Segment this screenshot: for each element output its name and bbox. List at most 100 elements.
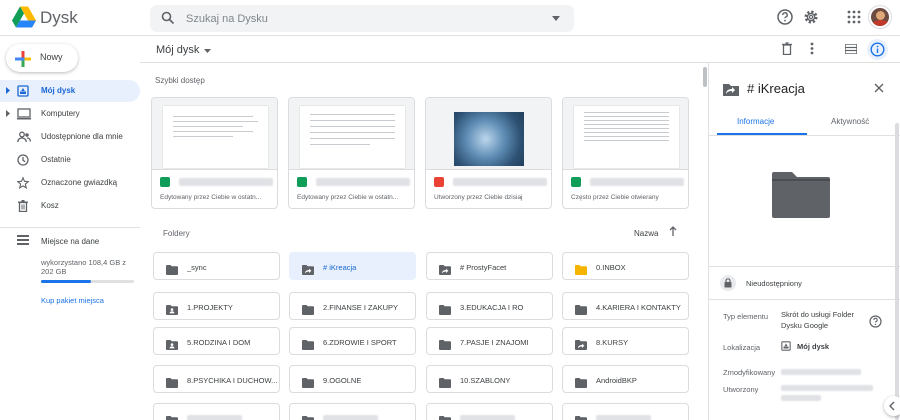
new-button-label: Nowy bbox=[40, 52, 63, 62]
app-name[interactable]: Dysk bbox=[40, 8, 78, 28]
help-icon[interactable] bbox=[869, 315, 882, 328]
arrow-up-icon[interactable] bbox=[669, 226, 677, 236]
folder-card[interactable]: # ProstyFacet bbox=[426, 252, 553, 280]
new-button[interactable]: Nowy bbox=[6, 44, 78, 72]
close-icon[interactable] bbox=[874, 83, 884, 93]
storage-usage-text: wykorzystano 108,4 GB z 202 GB bbox=[41, 258, 127, 276]
folder-card[interactable]: 8.KURSY bbox=[562, 327, 689, 355]
computer-icon bbox=[17, 108, 31, 120]
folder-card[interactable]: _sync bbox=[153, 252, 280, 280]
folder-icon bbox=[439, 337, 451, 355]
file-thumbnail bbox=[426, 98, 551, 170]
apps-icon[interactable] bbox=[845, 8, 863, 26]
file-name-redacted bbox=[316, 178, 410, 186]
details-button[interactable] bbox=[867, 39, 888, 60]
search-icon[interactable] bbox=[161, 11, 175, 25]
list-view-icon[interactable] bbox=[845, 44, 857, 54]
sort-by-name-button[interactable]: Nazwa bbox=[634, 229, 658, 238]
folder-label: 8.KURSY bbox=[596, 338, 629, 347]
chevron-down-icon[interactable] bbox=[204, 49, 211, 53]
folder-label: # iKreacja bbox=[323, 263, 357, 272]
folder-label: 3.EDUKACJA I RO bbox=[460, 303, 524, 312]
file-activity: Utworzony przez Ciebie dzisiaj bbox=[434, 194, 523, 201]
folder-card[interactable] bbox=[426, 403, 553, 420]
tab-activity[interactable]: Aktywność bbox=[831, 117, 869, 126]
expand-panel-button[interactable] bbox=[884, 396, 900, 416]
location-value[interactable]: Mój dysk bbox=[797, 341, 829, 352]
details-panel: # iKreacja Informacje Aktywność Nieudost… bbox=[708, 63, 900, 420]
search-options-icon[interactable] bbox=[552, 16, 560, 21]
drive-logo-icon[interactable] bbox=[12, 6, 36, 28]
info-icon bbox=[870, 42, 885, 57]
folder-card[interactable]: 9.OGOLNE bbox=[289, 365, 416, 393]
details-title: # iKreacja bbox=[747, 81, 805, 96]
quick-access-card[interactable]: Utworzony przez Ciebie dzisiaj bbox=[425, 97, 552, 209]
folder-card[interactable] bbox=[289, 403, 416, 420]
folder-card[interactable]: 5.RODZINA I DOM bbox=[153, 327, 280, 355]
more-vert-icon[interactable] bbox=[810, 42, 814, 55]
folder-card[interactable]: 3.EDUKACJA I RO bbox=[426, 292, 553, 320]
folder-card[interactable] bbox=[562, 403, 689, 420]
scrollbar-thumb[interactable] bbox=[703, 67, 707, 87]
breadcrumb[interactable]: Mój dysk bbox=[156, 44, 199, 56]
search-input[interactable] bbox=[186, 9, 526, 28]
expand-arrow-icon[interactable] bbox=[6, 110, 10, 117]
type-label: Typ elementu bbox=[723, 312, 769, 321]
sidebar-item-recent[interactable]: Ostatnie bbox=[0, 149, 140, 171]
folder-card[interactable]: 6.ZDROWIE I SPORT bbox=[289, 327, 416, 355]
help-icon[interactable] bbox=[776, 8, 794, 26]
sidebar-item-label: Kosz bbox=[41, 201, 59, 210]
pdf-icon bbox=[434, 177, 444, 187]
created-label: Utworzony bbox=[723, 385, 759, 394]
folder-card[interactable]: 0.INBOX bbox=[562, 252, 689, 280]
folder-icon bbox=[439, 413, 451, 420]
quick-access-card[interactable]: Edytowany przez Ciebie w ostatn... bbox=[151, 97, 278, 209]
folder-preview-icon bbox=[772, 172, 830, 218]
file-thumbnail bbox=[152, 98, 277, 170]
star-icon bbox=[17, 177, 29, 189]
sidebar-item-my-drive[interactable]: Mój dysk bbox=[0, 80, 140, 102]
expand-arrow-icon[interactable] bbox=[6, 87, 10, 94]
tab-info[interactable]: Informacje bbox=[737, 117, 774, 126]
divider bbox=[709, 299, 900, 300]
folder-card[interactable]: AndroidBKP bbox=[562, 365, 689, 393]
avatar[interactable] bbox=[869, 6, 891, 28]
search-bar[interactable] bbox=[150, 5, 574, 32]
file-thumbnail bbox=[563, 98, 688, 170]
divider bbox=[709, 135, 900, 136]
divider bbox=[0, 227, 140, 228]
folder-card[interactable]: 1.PROJEKTY bbox=[153, 292, 280, 320]
folder-label: 1.PROJEKTY bbox=[187, 303, 233, 312]
buy-storage-link[interactable]: Kup pakiet miejsca bbox=[41, 296, 104, 305]
file-activity: Często przez Ciebie otwierany bbox=[571, 194, 659, 201]
settings-icon[interactable] bbox=[802, 8, 820, 26]
clock-icon bbox=[17, 154, 29, 166]
shortcut-folder-icon bbox=[575, 337, 587, 355]
folder-card[interactable]: # iKreacja bbox=[289, 252, 416, 280]
panel-scrollbar[interactable] bbox=[895, 123, 899, 420]
shortcut-folder-icon bbox=[439, 262, 451, 280]
folder-card[interactable]: 2.FINANSE I ZAKUPY bbox=[289, 292, 416, 320]
folder-card[interactable]: 7.PASJE I ZNAJOMI bbox=[426, 327, 553, 355]
sidebar-item-computers[interactable]: Komputery bbox=[0, 103, 140, 125]
shared-icon bbox=[17, 131, 31, 143]
folder-card[interactable]: 4.KARIERA I KONTAKTY bbox=[562, 292, 689, 320]
folder-card[interactable]: 8.PSYCHIKA I DUCHOW... bbox=[153, 365, 280, 393]
storage-label[interactable]: Miejsce na dane bbox=[41, 237, 99, 246]
folder-card[interactable] bbox=[153, 403, 280, 420]
type-value: Skrót do usługi Folder Dysku Google bbox=[781, 310, 854, 330]
trash-icon[interactable] bbox=[781, 42, 793, 55]
sidebar-item-trash[interactable]: Kosz bbox=[0, 195, 140, 217]
folder-icon bbox=[166, 375, 178, 393]
shared-folder-icon bbox=[166, 302, 178, 320]
folder-card[interactable]: 10.SZABLONY bbox=[426, 365, 553, 393]
folder-label: 6.ZDROWIE I SPORT bbox=[323, 338, 397, 347]
quick-access-card[interactable]: Edytowany przez Ciebie w ostatn... bbox=[288, 97, 415, 209]
sidebar-item-label: Mój dysk bbox=[41, 86, 76, 95]
plus-icon bbox=[15, 51, 31, 67]
sidebar-item-starred[interactable]: Oznaczone gwiazdką bbox=[0, 172, 140, 194]
folder-label: AndroidBKP bbox=[596, 376, 637, 385]
sidebar-item-shared[interactable]: Udostępnione dla mnie bbox=[0, 126, 140, 148]
header: Dysk bbox=[0, 0, 900, 36]
quick-access-card[interactable]: Często przez Ciebie otwierany bbox=[562, 97, 689, 209]
